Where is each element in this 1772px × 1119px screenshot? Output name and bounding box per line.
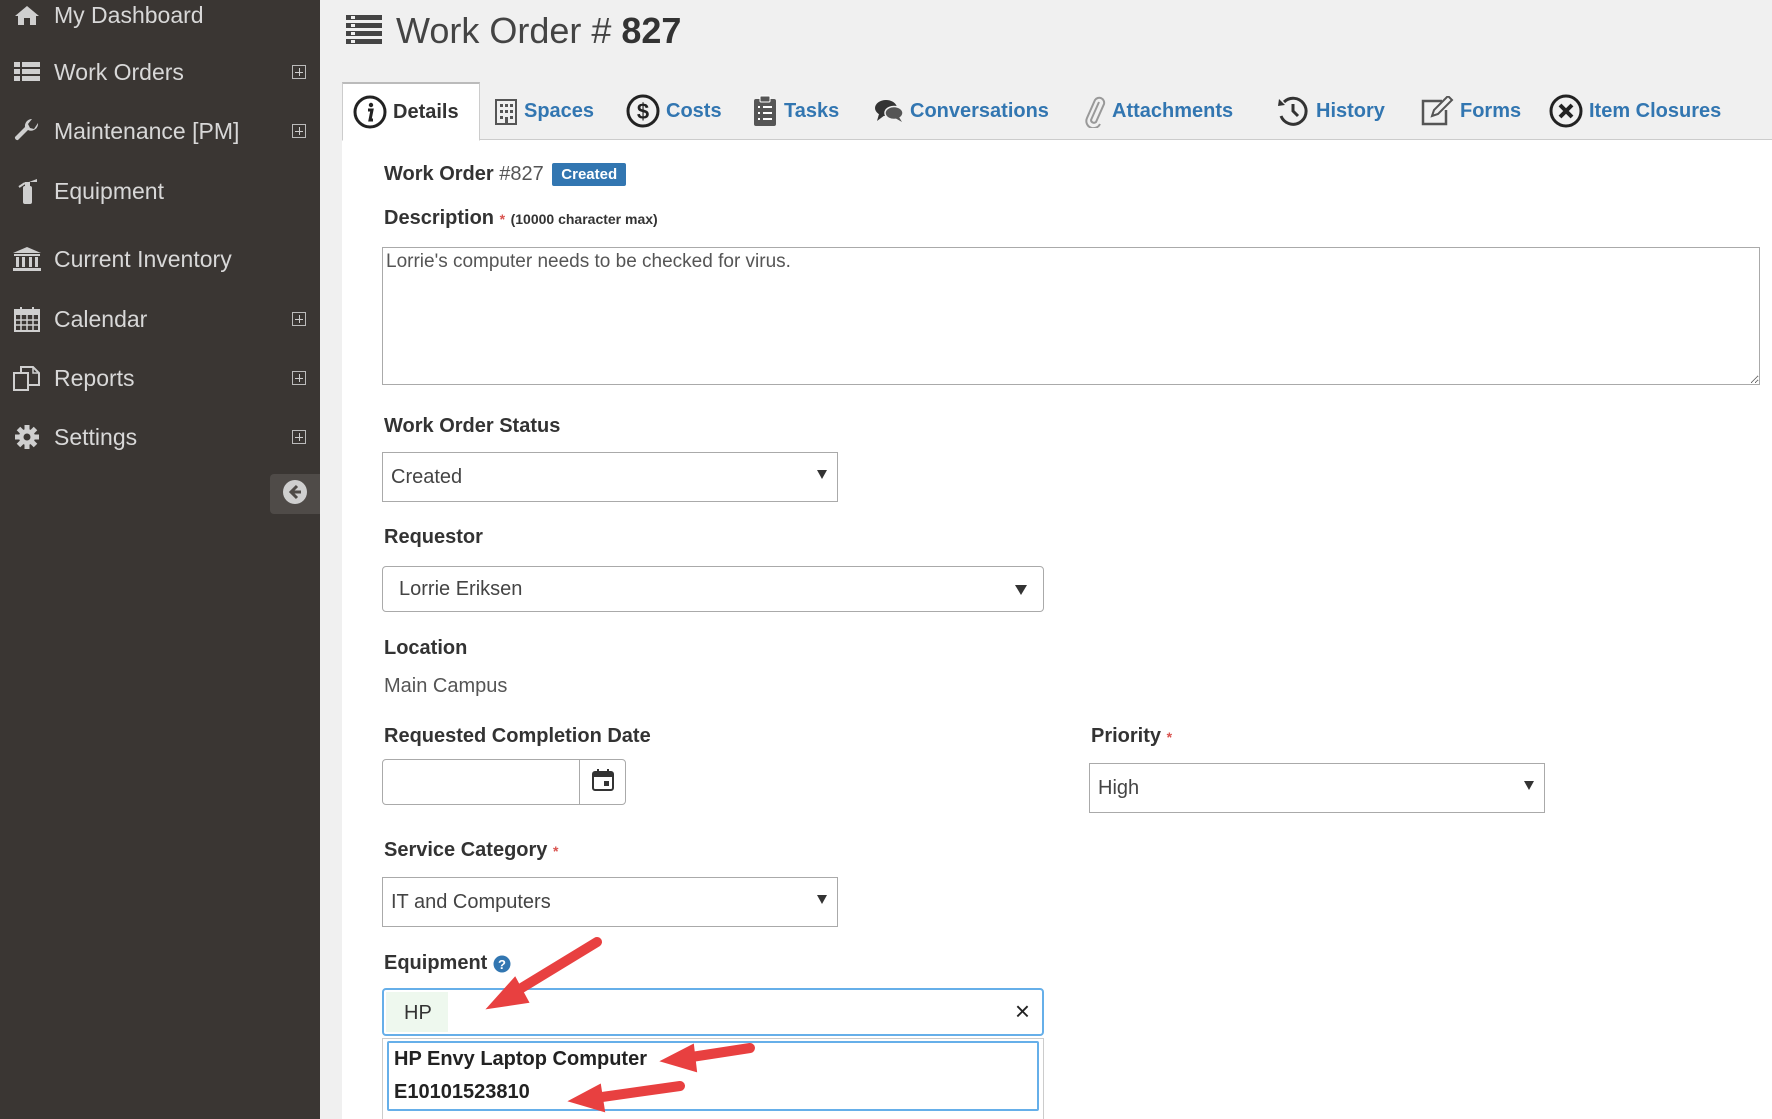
service-category-label: Service Category * — [384, 839, 559, 861]
dollar-icon: $ — [626, 94, 660, 128]
caret-down-icon — [817, 470, 827, 479]
location-value: Main Campus — [384, 675, 508, 697]
sidebar-item-label: Reports — [54, 364, 135, 391]
tab-item-closures[interactable]: Item Closures — [1549, 82, 1721, 140]
page-header: Work Order # 827 — [320, 0, 1772, 62]
status-label: Work Order Status — [384, 415, 561, 437]
clipboard-icon — [752, 95, 778, 127]
sidebar-item-label: Maintenance [PM] — [54, 117, 240, 144]
tab-spaces[interactable]: Spaces — [494, 82, 594, 140]
caret-down-icon — [1015, 585, 1027, 595]
sidebar-item-settings[interactable]: Settings — [0, 412, 320, 462]
sidebar-item-my-dashboard[interactable]: My Dashboard — [0, 0, 320, 40]
status-badge: Created — [552, 163, 627, 187]
priority-select[interactable]: High — [1089, 763, 1545, 813]
info-icon — [353, 95, 387, 129]
sidebar-item-label: Work Orders — [54, 58, 184, 85]
location-label: Location — [384, 637, 468, 659]
calendar-icon — [591, 768, 614, 796]
equipment-search-field: × — [382, 988, 1044, 1036]
description-field[interactable]: Lorrie's computer needs to be checked fo… — [382, 247, 1760, 385]
equipment-label: Equipment ? — [384, 952, 511, 975]
requestor-select[interactable]: Lorrie Eriksen — [382, 566, 1044, 612]
sidebar-item-calendar[interactable]: Calendar — [0, 294, 320, 344]
arrow-left-circle-icon — [282, 479, 308, 510]
tab-forms[interactable]: Forms — [1420, 82, 1521, 140]
svg-text:?: ? — [498, 957, 506, 972]
expand-icon[interactable] — [292, 312, 306, 326]
tab-details[interactable]: Details — [342, 82, 480, 141]
gear-icon — [0, 424, 54, 450]
collapse-sidebar-button[interactable] — [270, 474, 320, 514]
sidebar-item-equipment[interactable]: Equipment — [0, 166, 320, 216]
expand-icon[interactable] — [292, 65, 306, 79]
sidebar-item-label: My Dashboard — [54, 1, 204, 28]
requestor-label: Requestor — [384, 526, 483, 548]
sidebar-item-current-inventory[interactable]: Current Inventory — [0, 234, 320, 284]
svg-text:$: $ — [637, 99, 649, 124]
completion-date-field — [382, 759, 626, 805]
sidebar-item-label: Equipment — [54, 177, 164, 204]
priority-label: Priority * — [1091, 725, 1173, 747]
date-picker-button[interactable] — [579, 760, 625, 804]
status-select-value: Created — [391, 465, 463, 488]
sidebar-item-label: Current Inventory — [54, 245, 232, 272]
completion-date-label: Requested Completion Date — [384, 725, 651, 747]
tab-costs[interactable]: $ Costs — [626, 82, 722, 140]
page-title: Work Order # 827 — [396, 10, 682, 51]
suggestion-item-name: HP Envy Laptop Computer — [394, 1048, 647, 1070]
caret-down-icon — [1524, 781, 1534, 790]
expand-icon[interactable] — [292, 124, 306, 138]
sidebar-item-label: Calendar — [54, 305, 148, 332]
list-icon — [0, 61, 54, 83]
tab-attachments[interactable]: Attachments — [1084, 82, 1233, 140]
tab-tasks[interactable]: Tasks — [752, 82, 839, 140]
equipment-search-input[interactable] — [404, 996, 964, 1030]
clear-icon[interactable]: × — [1015, 996, 1030, 1027]
tab-bar: Details Spaces $ Costs Tasks Conversatio… — [342, 82, 1772, 141]
caret-down-icon — [817, 895, 827, 904]
calendar-icon — [0, 306, 54, 332]
tab-conversations[interactable]: Conversations — [874, 82, 1049, 140]
status-select[interactable]: Created — [382, 452, 838, 502]
priority-select-value: High — [1098, 776, 1140, 799]
building-icon — [494, 97, 518, 125]
bank-icon — [0, 246, 54, 272]
equipment-suggestions: HP Envy Laptop Computer E10101523810 — [382, 1038, 1044, 1119]
work-order-icon — [346, 14, 382, 49]
suggestion-item-code: E10101523810 — [394, 1081, 530, 1103]
main-panel: Details Spaces $ Costs Tasks Conversatio… — [342, 82, 1772, 1119]
reports-icon — [0, 365, 54, 391]
tab-history[interactable]: History — [1276, 82, 1385, 140]
history-icon — [1276, 94, 1310, 128]
suggestion-item-selected[interactable]: HP Envy Laptop Computer E10101523810 — [387, 1041, 1039, 1111]
service-category-select-value: IT and Computers — [391, 890, 551, 913]
sidebar-item-reports[interactable]: Reports — [0, 353, 320, 403]
chat-icon — [874, 98, 904, 124]
close-circle-icon — [1549, 94, 1583, 128]
edit-icon — [1420, 96, 1454, 126]
requestor-select-value: Lorrie Eriksen — [399, 577, 523, 600]
work-order-heading: Work Order #827 Created — [384, 163, 627, 187]
help-icon[interactable]: ? — [493, 955, 511, 973]
sidebar-item-label: Settings — [54, 423, 138, 450]
wrench-icon — [0, 118, 54, 144]
description-label: Description * (10000 character max) — [384, 207, 658, 229]
expand-icon[interactable] — [292, 371, 306, 385]
service-category-select[interactable]: IT and Computers — [382, 877, 838, 927]
sidebar: My Dashboard Work Orders Maintenance [PM… — [0, 0, 320, 1119]
completion-date-input[interactable] — [383, 760, 579, 804]
fire-extinguisher-icon — [0, 177, 54, 205]
expand-icon[interactable] — [292, 430, 306, 444]
paperclip-icon — [1084, 94, 1106, 128]
sidebar-item-maintenance[interactable]: Maintenance [PM] — [0, 106, 320, 156]
sidebar-item-work-orders[interactable]: Work Orders — [0, 47, 320, 97]
home-icon — [0, 3, 54, 27]
